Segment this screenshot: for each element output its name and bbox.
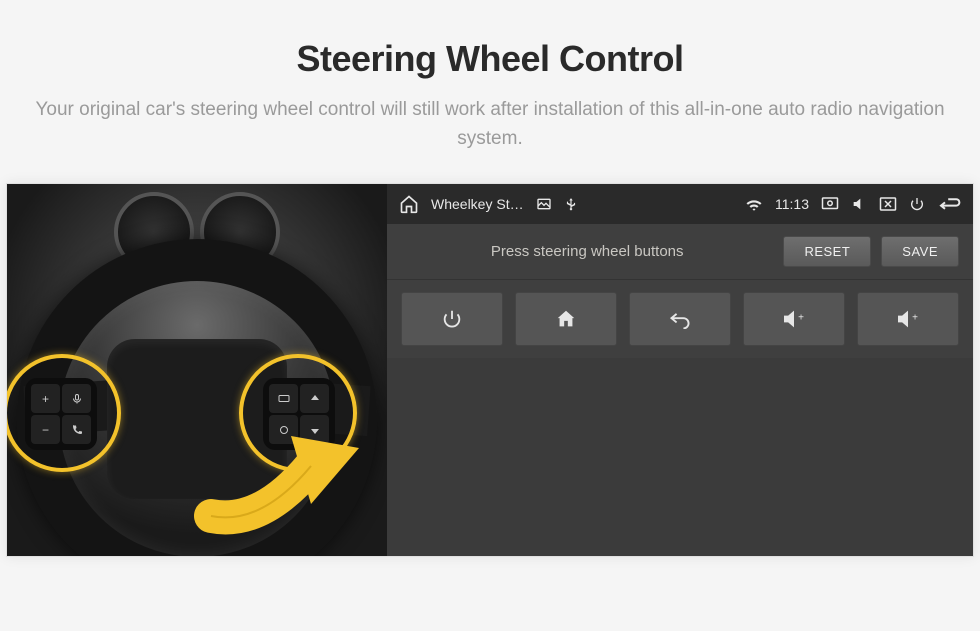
- save-button[interactable]: SAVE: [881, 236, 959, 267]
- content-row: + −: [6, 183, 974, 557]
- back-nav-icon[interactable]: [937, 196, 961, 212]
- arrow-icon: [191, 406, 361, 536]
- home-button[interactable]: [515, 292, 617, 346]
- usb-icon: [564, 196, 578, 212]
- wifi-icon: [745, 197, 763, 211]
- instruction-text: Press steering wheel buttons: [401, 243, 773, 260]
- app-title: Wheelkey St…: [431, 196, 524, 212]
- reset-button[interactable]: RESET: [783, 236, 871, 267]
- close-app-icon[interactable]: [879, 196, 897, 212]
- home-icon[interactable]: [399, 194, 419, 214]
- power-icon[interactable]: [909, 196, 925, 212]
- volume-icon[interactable]: [851, 196, 867, 212]
- page-title: Steering Wheel Control: [0, 38, 980, 80]
- back-button[interactable]: [629, 292, 731, 346]
- mapping-area: [387, 358, 973, 556]
- wheel-button-phone-icon: [62, 415, 91, 444]
- svg-text:+: +: [912, 313, 918, 324]
- mapping-button-row: + +: [387, 280, 973, 358]
- wheel-button-pad-left: + −: [25, 378, 97, 450]
- headunit-screen: Wheelkey St… 11:13: [387, 184, 973, 556]
- wheel-button: −: [31, 415, 60, 444]
- wheel-button-voice-icon: [62, 384, 91, 413]
- wheel-button: +: [31, 384, 60, 413]
- status-bar: Wheelkey St… 11:13: [387, 184, 973, 224]
- steering-wheel-photo: + −: [7, 184, 387, 556]
- vol-up-button-2[interactable]: +: [857, 292, 959, 346]
- power-button[interactable]: [401, 292, 503, 346]
- clock-time: 11:13: [775, 196, 809, 212]
- picture-icon: [536, 196, 552, 212]
- page-subtitle: Your original car's steering wheel contr…: [0, 96, 980, 153]
- svg-text:+: +: [798, 313, 804, 324]
- vol-up-button-1[interactable]: +: [743, 292, 845, 346]
- screenshot-icon[interactable]: [821, 196, 839, 212]
- instruction-row: Press steering wheel buttons RESET SAVE: [387, 224, 973, 280]
